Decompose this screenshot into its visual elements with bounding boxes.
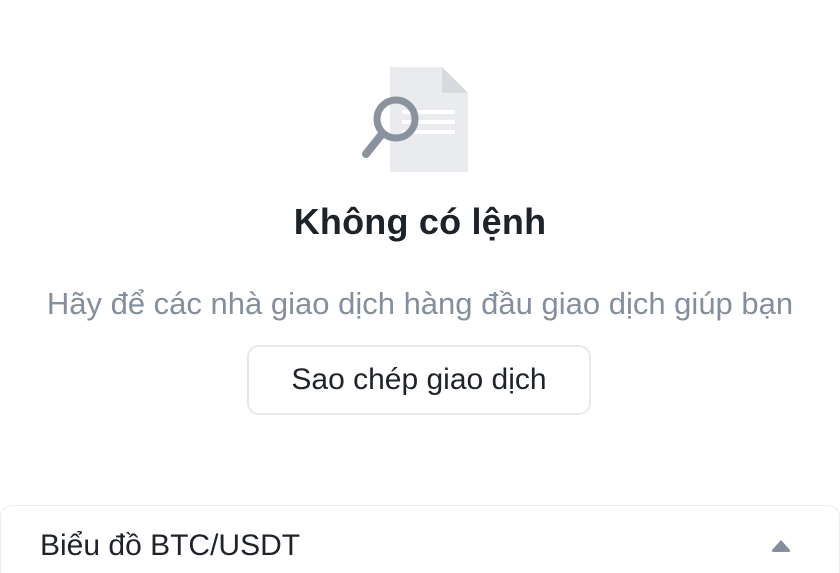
empty-state-subtitle: Hãy để các nhà giao dịch hàng đầu giao d…	[46, 286, 794, 321]
chart-panel-header[interactable]: Biểu đồ BTC/USDT	[0, 505, 840, 573]
orders-page: Không có lệnh Hãy để các nhà giao dịch h…	[0, 0, 840, 573]
copy-trading-button[interactable]: Sao chép giao dịch	[247, 345, 591, 415]
empty-state-title: Không có lệnh	[293, 201, 547, 242]
caret-up-icon[interactable]	[771, 539, 791, 553]
document-search-icon	[362, 67, 468, 172]
chart-panel-label: Biểu đồ BTC/USDT	[40, 529, 301, 562]
